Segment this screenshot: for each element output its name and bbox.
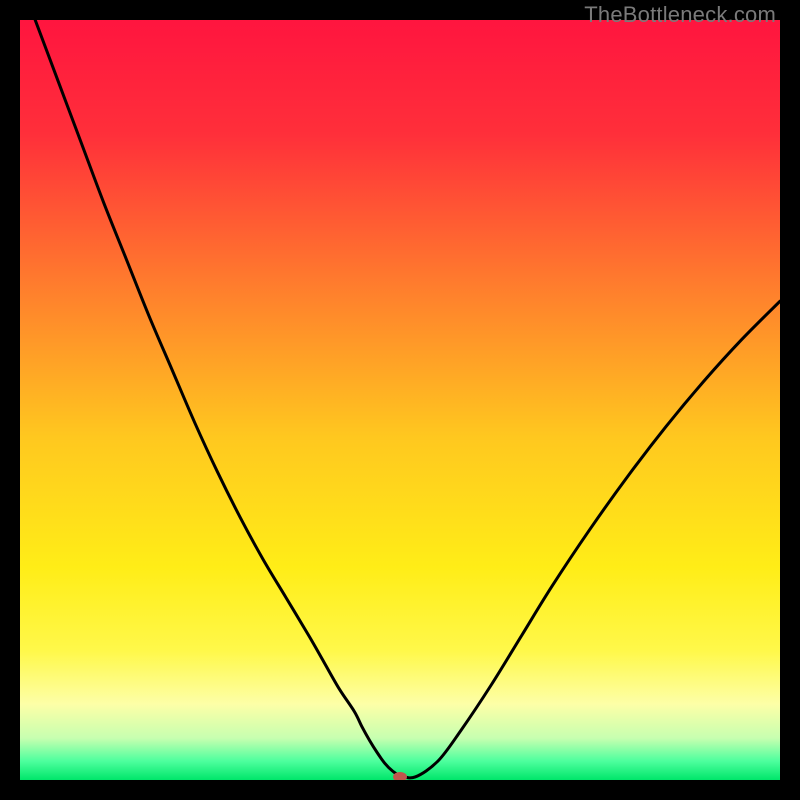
- gradient-bg: [20, 20, 780, 780]
- bottleneck-chart: [20, 20, 780, 780]
- watermark-text: TheBottleneck.com: [584, 2, 776, 28]
- chart-frame: [20, 20, 780, 780]
